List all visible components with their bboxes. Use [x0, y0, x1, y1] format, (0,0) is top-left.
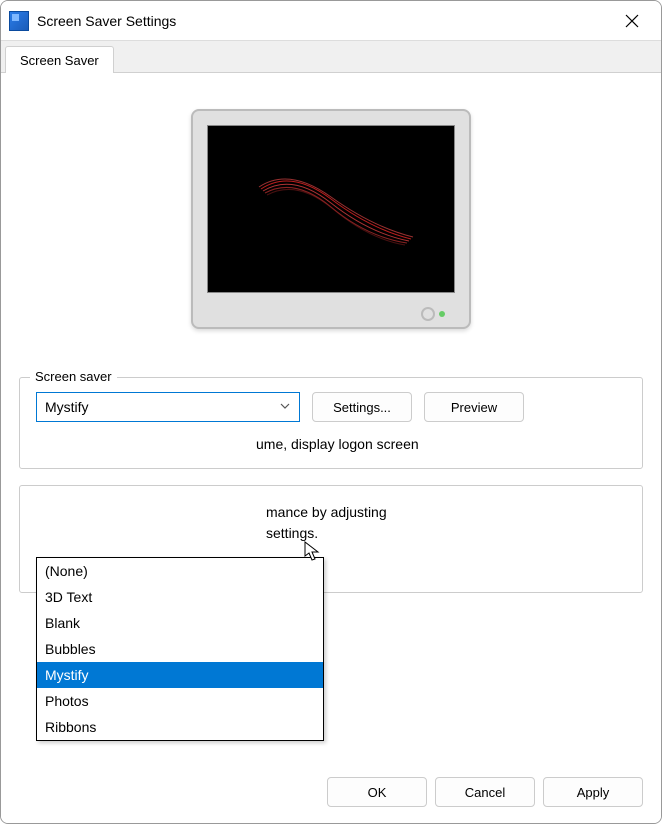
preview-button[interactable]: Preview [424, 392, 524, 422]
groupbox-label: Screen saver [30, 369, 117, 384]
dialog-footer: OK Cancel Apply [1, 765, 661, 823]
window-title: Screen Saver Settings [37, 13, 609, 29]
tab-screensaver[interactable]: Screen Saver [5, 46, 114, 73]
cancel-button[interactable]: Cancel [435, 777, 535, 807]
controls-row: Mystify Settings... Preview [36, 392, 626, 422]
screensaver-dropdown[interactable]: Mystify [36, 392, 300, 422]
close-icon [625, 14, 639, 28]
power-text: mance by adjusting settings. [36, 502, 626, 544]
monitor-led [439, 311, 445, 317]
content-area: Screen saver Mystify Settings... Preview… [1, 73, 661, 765]
close-button[interactable] [609, 5, 655, 37]
dropdown-option-none[interactable]: (None) [37, 558, 323, 584]
chevron-down-icon [279, 399, 291, 415]
ok-button[interactable]: OK [327, 777, 427, 807]
settings-button[interactable]: Settings... [312, 392, 412, 422]
monitor-screen [207, 125, 455, 293]
dropdown-list: (None) 3D Text Blank Bubbles Mystify Pho… [36, 557, 324, 741]
app-icon [9, 11, 29, 31]
monitor-power-button [421, 307, 435, 321]
mystify-graphic [231, 149, 431, 269]
dropdown-option-mystify[interactable]: Mystify [37, 662, 323, 688]
screensaver-groupbox: Screen saver Mystify Settings... Preview… [19, 377, 643, 469]
preview-area [19, 85, 643, 365]
dropdown-option-blank[interactable]: Blank [37, 610, 323, 636]
monitor-preview [191, 109, 471, 329]
dropdown-selected-text: Mystify [45, 399, 89, 415]
dropdown-option-photos[interactable]: Photos [37, 688, 323, 714]
dropdown-option-bubbles[interactable]: Bubbles [37, 636, 323, 662]
dropdown-option-3dtext[interactable]: 3D Text [37, 584, 323, 610]
apply-button[interactable]: Apply [543, 777, 643, 807]
tab-strip: Screen Saver [1, 41, 661, 73]
resume-text-fragment: ume, display logon screen [36, 436, 626, 452]
dropdown-option-ribbons[interactable]: Ribbons [37, 714, 323, 740]
titlebar: Screen Saver Settings [1, 1, 661, 41]
dialog-window: Screen Saver Settings Screen Saver [0, 0, 662, 824]
